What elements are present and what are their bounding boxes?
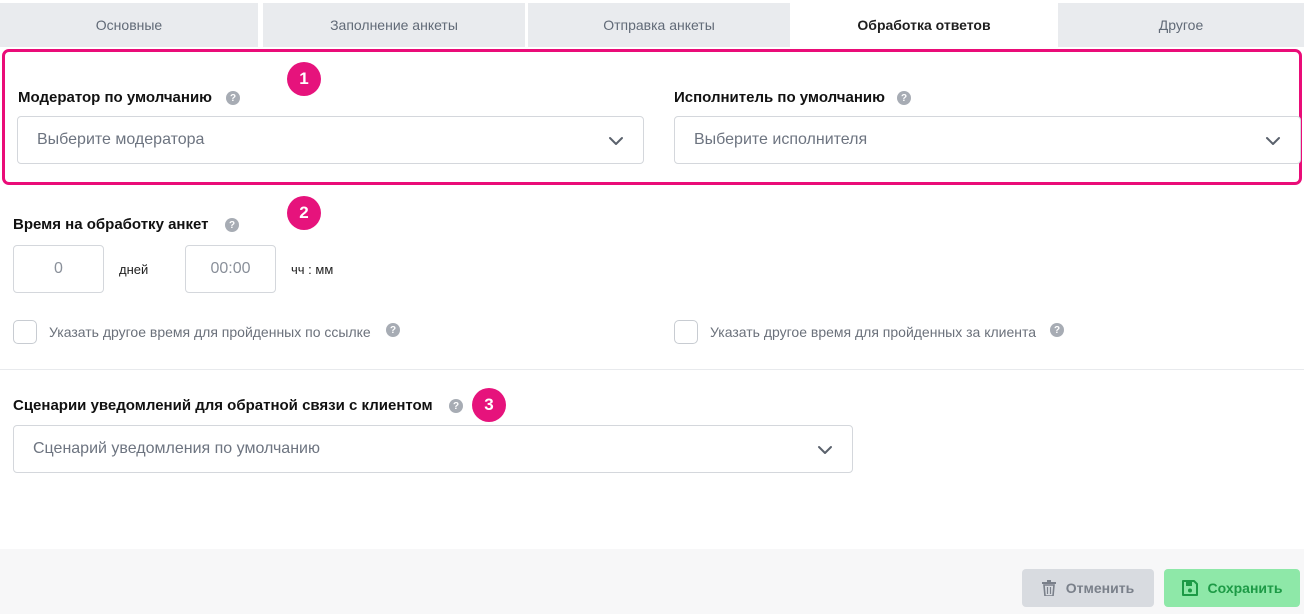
time-input[interactable]: 00:00 bbox=[185, 245, 276, 293]
processing-time-label: Время на обработку анкет bbox=[13, 216, 209, 233]
moderator-select[interactable]: Выберите модератора bbox=[17, 116, 644, 164]
chevron-down-icon bbox=[818, 446, 832, 454]
by-link-checkbox[interactable] bbox=[13, 320, 37, 344]
section-divider bbox=[0, 369, 1304, 370]
cancel-button[interactable]: Отменить bbox=[1022, 569, 1154, 607]
help-icon[interactable]: ? bbox=[449, 399, 463, 413]
help-icon[interactable]: ? bbox=[1050, 323, 1064, 337]
notifications-label: Сценарии уведомлений для обратной связи … bbox=[13, 397, 433, 414]
moderator-label: Модератор по умолчанию bbox=[18, 89, 212, 106]
executor-placeholder: Выберите исполнителя bbox=[694, 131, 868, 148]
settings-page: Основные Заполнение анкеты Отправка анке… bbox=[0, 0, 1304, 614]
tab-label: Основные bbox=[95, 17, 163, 33]
moderator-placeholder: Выберите модератора bbox=[37, 131, 205, 148]
annotation-badge-2: 2 bbox=[287, 196, 321, 230]
tab-response-processing[interactable]: Обработка ответов bbox=[793, 3, 1055, 47]
help-icon[interactable]: ? bbox=[897, 91, 911, 105]
tab-label: Другое bbox=[1158, 17, 1204, 33]
executor-select[interactable]: Выберите исполнителя bbox=[674, 116, 1301, 164]
days-input[interactable]: 0 bbox=[13, 245, 104, 293]
tab-basic[interactable]: Основные bbox=[0, 3, 258, 47]
executor-label: Исполнитель по умолчанию bbox=[674, 89, 885, 106]
tab-bar: Основные Заполнение анкеты Отправка анке… bbox=[0, 0, 1304, 47]
tab-form-sending[interactable]: Отправка анкеты bbox=[528, 3, 790, 47]
save-icon bbox=[1181, 580, 1198, 596]
days-unit: дней bbox=[119, 262, 149, 277]
trash-icon bbox=[1041, 580, 1056, 596]
annotation-badge-3: 3 bbox=[472, 388, 506, 422]
tab-label: Отправка анкеты bbox=[603, 17, 715, 33]
save-button[interactable]: Сохранить bbox=[1164, 569, 1300, 607]
time-unit: чч : мм bbox=[291, 262, 334, 277]
notification-scenario-value: Сценарий уведомления по умолчанию bbox=[33, 440, 320, 457]
chevron-down-icon bbox=[609, 137, 623, 145]
tab-label: Обработка ответов bbox=[857, 17, 991, 33]
help-icon[interactable]: ? bbox=[386, 323, 400, 337]
annotation-badge-1: 1 bbox=[287, 62, 321, 96]
tab-other[interactable]: Другое bbox=[1058, 3, 1304, 47]
by-link-label: Указать другое время для пройденных по с… bbox=[49, 324, 371, 340]
help-icon[interactable]: ? bbox=[226, 91, 240, 105]
tab-form-filling[interactable]: Заполнение анкеты bbox=[263, 3, 525, 47]
cancel-label: Отменить bbox=[1065, 580, 1135, 596]
tab-label: Заполнение анкеты bbox=[330, 17, 458, 33]
chevron-down-icon bbox=[1266, 137, 1280, 145]
save-label: Сохранить bbox=[1207, 580, 1283, 596]
help-icon[interactable]: ? bbox=[225, 218, 239, 232]
notification-scenario-select[interactable]: Сценарий уведомления по умолчанию bbox=[13, 425, 853, 473]
for-client-label: Указать другое время для пройденных за к… bbox=[710, 324, 1037, 340]
for-client-checkbox[interactable] bbox=[674, 320, 698, 344]
